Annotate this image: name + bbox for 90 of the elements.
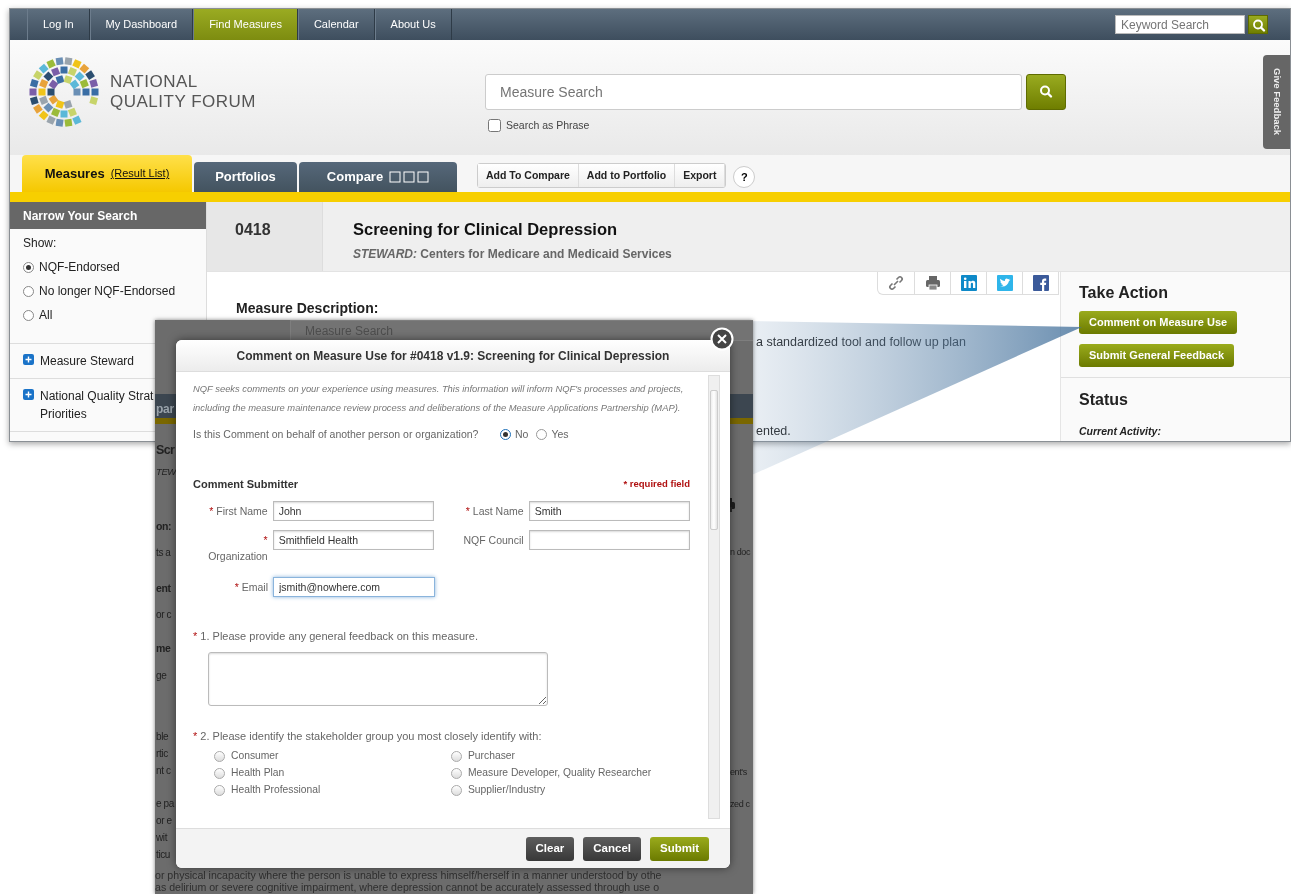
- text-field[interactable]: [528, 530, 690, 551]
- dialog-title: Comment on Measure Use for #0418 v1.9: Screening for Clinical Depression: [176, 340, 730, 372]
- measure-steward: STEWARD: Centers for Medicare and Medicaid Services: [353, 245, 672, 263]
- filter-label[interactable]: National Quality Strat Priorities: [40, 387, 154, 423]
- filter-radio[interactable]: No longer NQF-Endorsed: [10, 279, 206, 303]
- tab[interactable]: Compare: [299, 162, 457, 192]
- field-label: * Email: [233, 580, 268, 596]
- toolbar-button[interactable]: Add To Compare: [478, 164, 579, 187]
- dialog-button[interactable]: Clear: [525, 836, 575, 861]
- action-button[interactable]: Comment on Measure Use: [1079, 311, 1238, 334]
- dimmed-text: rtic: [156, 747, 168, 760]
- help-button[interactable]: ?: [733, 166, 756, 188]
- description-text: a standardized tool and follow up plan: [756, 333, 967, 351]
- question-text: * 2. Please identify the stakeholder group you most closely identify with:: [193, 728, 543, 744]
- text-field[interactable]: jsmith@nowhere.com: [273, 577, 435, 598]
- text-field[interactable]: John: [272, 501, 435, 522]
- result-list-link[interactable]: (Result List): [110, 165, 170, 182]
- dimmed-text: TEW: [156, 465, 176, 478]
- dimmed-text: e pa: [156, 797, 174, 810]
- section-heading: Measure Description:: [236, 298, 380, 318]
- current-activity-label: Current Activity:: [1079, 424, 1162, 439]
- dimmed-text: or e: [156, 814, 172, 827]
- tab[interactable]: Measures (Result List): [22, 155, 192, 192]
- close-button[interactable]: [710, 327, 734, 351]
- field-label: NQF Council: [462, 533, 524, 549]
- expand-icon[interactable]: [23, 389, 34, 400]
- question-text: * 1. Please provide any general feedback on this measure.: [193, 629, 479, 645]
- radio-option[interactable]: No: [500, 427, 529, 443]
- text-field[interactable]: Smithfield Health: [272, 530, 435, 551]
- dimmed-text: or c: [156, 608, 172, 621]
- measure-number: 0418: [207, 202, 323, 271]
- sidebar-header: Narrow Your Search: [10, 202, 206, 229]
- filter-radio[interactable]: All: [10, 303, 206, 327]
- dimmed-text: me: [156, 642, 171, 655]
- toolbar-button[interactable]: Add to Portfolio: [578, 164, 676, 187]
- logo-wordmark: NATIONAL QUALITY FORUM: [110, 71, 256, 112]
- linkedin-icon[interactable]: [959, 273, 978, 292]
- radio-option[interactable]: Measure Developer, Quality Researcher: [451, 766, 711, 780]
- give-feedback-tab[interactable]: Give Feedback: [1263, 55, 1290, 149]
- search-icon: [1037, 83, 1055, 101]
- expand-icon[interactable]: [23, 354, 34, 365]
- search-button[interactable]: [1026, 74, 1066, 110]
- filter-radio[interactable]: NQF-Endorsed: [10, 255, 206, 279]
- section-heading: Status: [1079, 390, 1129, 410]
- description-text: ented.: [756, 423, 792, 441]
- dialog-button[interactable]: Cancel: [583, 836, 641, 861]
- field-label: * Organization: [207, 533, 268, 564]
- dimmed-text: ge: [156, 669, 167, 682]
- measure-search-field[interactable]: Measure Search: [485, 74, 1022, 110]
- dimmed-text: zed c: [730, 798, 750, 811]
- dialog-button[interactable]: Submit: [650, 836, 709, 861]
- link-icon[interactable]: [887, 273, 905, 292]
- dimmed-text: ent: [156, 582, 171, 595]
- radio-option[interactable]: Supplier/Industry: [451, 783, 711, 797]
- section-heading: Take Action: [1079, 283, 1169, 303]
- checkbox-label[interactable]: Search as Phrase: [506, 118, 590, 134]
- field-label: * Last Name: [464, 504, 524, 520]
- dimmed-text: ble: [156, 730, 169, 743]
- dimmed-text: ent's: [730, 766, 747, 779]
- scrollbar[interactable]: [708, 375, 720, 819]
- print-icon[interactable]: [923, 273, 942, 292]
- radio-option[interactable]: Health Professional: [214, 783, 451, 797]
- question-text: Is this Comment on behalf of another person or organization?: [193, 427, 480, 442]
- facebook-icon[interactable]: [1031, 273, 1050, 292]
- search-button[interactable]: [1248, 15, 1268, 34]
- show-label: Show:: [22, 235, 58, 252]
- dimmed-text: on:: [156, 520, 172, 533]
- dimmed-text: ticu: [156, 848, 170, 861]
- field-label: * First Name: [208, 504, 268, 520]
- required-note: * required field: [623, 476, 690, 491]
- radio-option[interactable]: Health Plan: [214, 766, 451, 780]
- tab[interactable]: Portfolios: [194, 162, 297, 192]
- radio-option[interactable]: Purchaser: [451, 749, 711, 763]
- action-button[interactable]: Submit General Feedback: [1079, 344, 1235, 367]
- measure-title: Screening for Clinical Depression: [353, 219, 619, 240]
- dimmed-text: wit: [156, 831, 168, 844]
- compare-slots-icon: [389, 171, 430, 183]
- checkbox[interactable]: [488, 119, 501, 133]
- radio-option[interactable]: Yes: [536, 427, 569, 443]
- radio-option[interactable]: Consumer: [214, 749, 451, 763]
- text-field[interactable]: Smith: [528, 501, 690, 522]
- dimmed-text: par: [156, 401, 174, 418]
- dimmed-text: Scr: [156, 442, 175, 458]
- dimmed-text: ts a: [156, 546, 171, 559]
- toolbar-button[interactable]: Export: [675, 164, 726, 187]
- intro-text: NQF seeks comments on your experience using measures. This information will inform NQF's processes and projects, including the measure maintenance review process and deliberations of the Measure Applications Partnership (MAP).: [193, 382, 685, 415]
- filter-label[interactable]: Measure Steward: [40, 352, 135, 370]
- section-heading: Comment Submitter: [193, 476, 299, 492]
- dimmed-text: nt c: [156, 764, 171, 777]
- keyword-search-field[interactable]: Keyword Search: [1115, 15, 1245, 34]
